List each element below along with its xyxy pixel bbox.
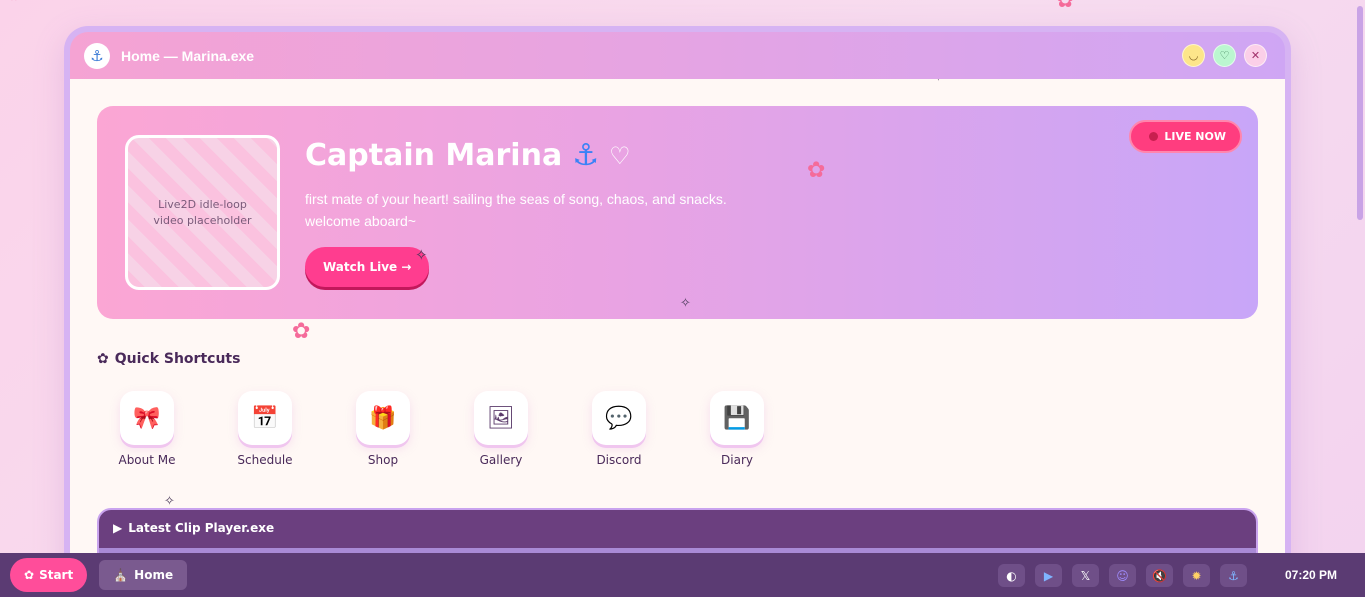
page-title: Captain Marina <box>305 138 563 174</box>
live-now-badge[interactable]: LIVE NOW <box>1129 120 1242 153</box>
maximize-button[interactable]: ♡ <box>1213 44 1236 67</box>
mute-icon[interactable]: 🔇 <box>1146 564 1173 587</box>
sakura-icon: ✿ <box>1056 0 1075 13</box>
anchor-icon[interactable]: ⚓ <box>1220 564 1247 587</box>
shortcut-label: Shop <box>367 453 399 467</box>
close-button[interactable]: ✕ <box>1244 44 1267 67</box>
picture-frame-icon: 🖼 <box>474 391 528 445</box>
shortcut-shop[interactable]: 🎁 Shop <box>356 391 474 467</box>
shortcut-label: Schedule <box>237 453 293 467</box>
shortcut-discord[interactable]: 💬 Discord <box>592 391 710 467</box>
discord-icon[interactable]: ☺ <box>1109 564 1136 587</box>
sparkle-icon: ✧ <box>680 296 691 311</box>
shortcut-about-me[interactable]: 🎀 About Me <box>118 391 238 467</box>
moon-icon[interactable]: ◐ <box>998 564 1025 587</box>
shortcuts-heading: ✿ Quick Shortcuts <box>97 351 1258 367</box>
taskbar-home-button[interactable]: ⛪ Home <box>99 560 188 590</box>
taskbar: ✿ Start ⛪ Home ◐ ▶ 𝕏 ☺ 🔇 ✹ ⚓ 07:20 PM <box>0 553 1365 597</box>
shortcuts-grid: 🎀 About Me 📅 Schedule 🎁 Shop 🖼 Gallery 💬… <box>97 391 1258 467</box>
shortcuts-title: Quick Shortcuts <box>114 351 241 367</box>
shortcut-label: Gallery <box>479 453 523 467</box>
shortcut-diary[interactable]: 💾 Diary <box>710 391 828 467</box>
shortcut-label: Diary <box>721 453 753 467</box>
sakura-icon: ✿ <box>807 158 826 183</box>
gift-icon: 🎁 <box>356 391 410 445</box>
window-titlebar[interactable]: ⚓ Home — Marina.exe ◡ ♡ ✕ <box>70 32 1285 79</box>
hero-subtitle: first mate of your heart! sailing the se… <box>305 191 727 229</box>
hero-banner: Live2D idle-loop video placeholder Capta… <box>97 106 1258 319</box>
anchor-icon: ⚓ <box>84 42 110 69</box>
live-badge-label: LIVE NOW <box>1164 130 1226 143</box>
window-title: Home — Marina.exe <box>121 47 255 64</box>
start-button[interactable]: ✿ Start <box>10 558 88 592</box>
shortcut-schedule[interactable]: 📅 Schedule <box>237 391 356 467</box>
watch-live-button[interactable]: Watch Live → <box>305 246 430 287</box>
play-icon[interactable]: ▶ <box>1035 564 1062 587</box>
speech-bubble-icon: 💬 <box>592 391 646 445</box>
x-icon[interactable]: 𝕏 <box>1072 564 1099 587</box>
page-scrollbar[interactable] <box>1355 0 1365 597</box>
video-placeholder: Live2D idle-loop video placeholder <box>125 135 280 290</box>
clip-player-title: Latest Clip Player.exe <box>128 521 275 535</box>
shortcut-gallery[interactable]: 🖼 Gallery <box>474 391 592 467</box>
sparkle-icon: ✧ <box>164 494 175 509</box>
window-controls: ◡ ♡ ✕ <box>1182 44 1267 67</box>
hero-title-row: Captain Marina ⚓ ♡ <box>305 138 735 173</box>
anchor-icon: ⚓ <box>572 138 600 174</box>
floppy-disk-icon: 💾 <box>710 391 764 445</box>
shortcut-label: About Me <box>118 453 176 467</box>
home-icon: ⛪ <box>113 568 129 582</box>
sakura-icon: ✿ <box>292 319 311 344</box>
sparkle-icon: ✧ <box>415 246 428 264</box>
start-label: Start <box>39 568 74 582</box>
minimize-button[interactable]: ◡ <box>1182 44 1205 67</box>
flower-icon: ✿ <box>97 351 109 367</box>
shortcut-label: Discord <box>596 453 642 467</box>
main-window: ⚓ Home — Marina.exe ◡ ♡ ✕ Live2D idle-lo… <box>64 26 1291 586</box>
hero-text: Captain Marina ⚓ ♡ first mate of your he… <box>305 138 735 287</box>
sparkle-icon: ✧ <box>932 79 945 85</box>
page-scrollbar-thumb[interactable] <box>1357 6 1363 220</box>
window-content: Live2D idle-loop video placeholder Capta… <box>70 79 1285 586</box>
heart-icon: ♡ <box>609 141 631 170</box>
system-tray: ◐ ▶ 𝕏 ☺ 🔇 ✹ ⚓ <box>998 564 1247 587</box>
clip-player-titlebar[interactable]: ▶ Latest Clip Player.exe <box>99 510 1256 546</box>
taskbar-home-label: Home <box>134 568 174 582</box>
sun-icon[interactable]: ✹ <box>1183 564 1210 587</box>
clock: 07:20 PM <box>1284 568 1337 582</box>
bow-icon: 🎀 <box>120 391 174 445</box>
play-icon: ▶ <box>113 521 123 535</box>
sakura-icon: ✿ <box>8 0 20 4</box>
flower-icon: ✿ <box>24 568 35 582</box>
live-dot-icon <box>1149 132 1159 141</box>
calendar-icon: 📅 <box>238 391 292 445</box>
